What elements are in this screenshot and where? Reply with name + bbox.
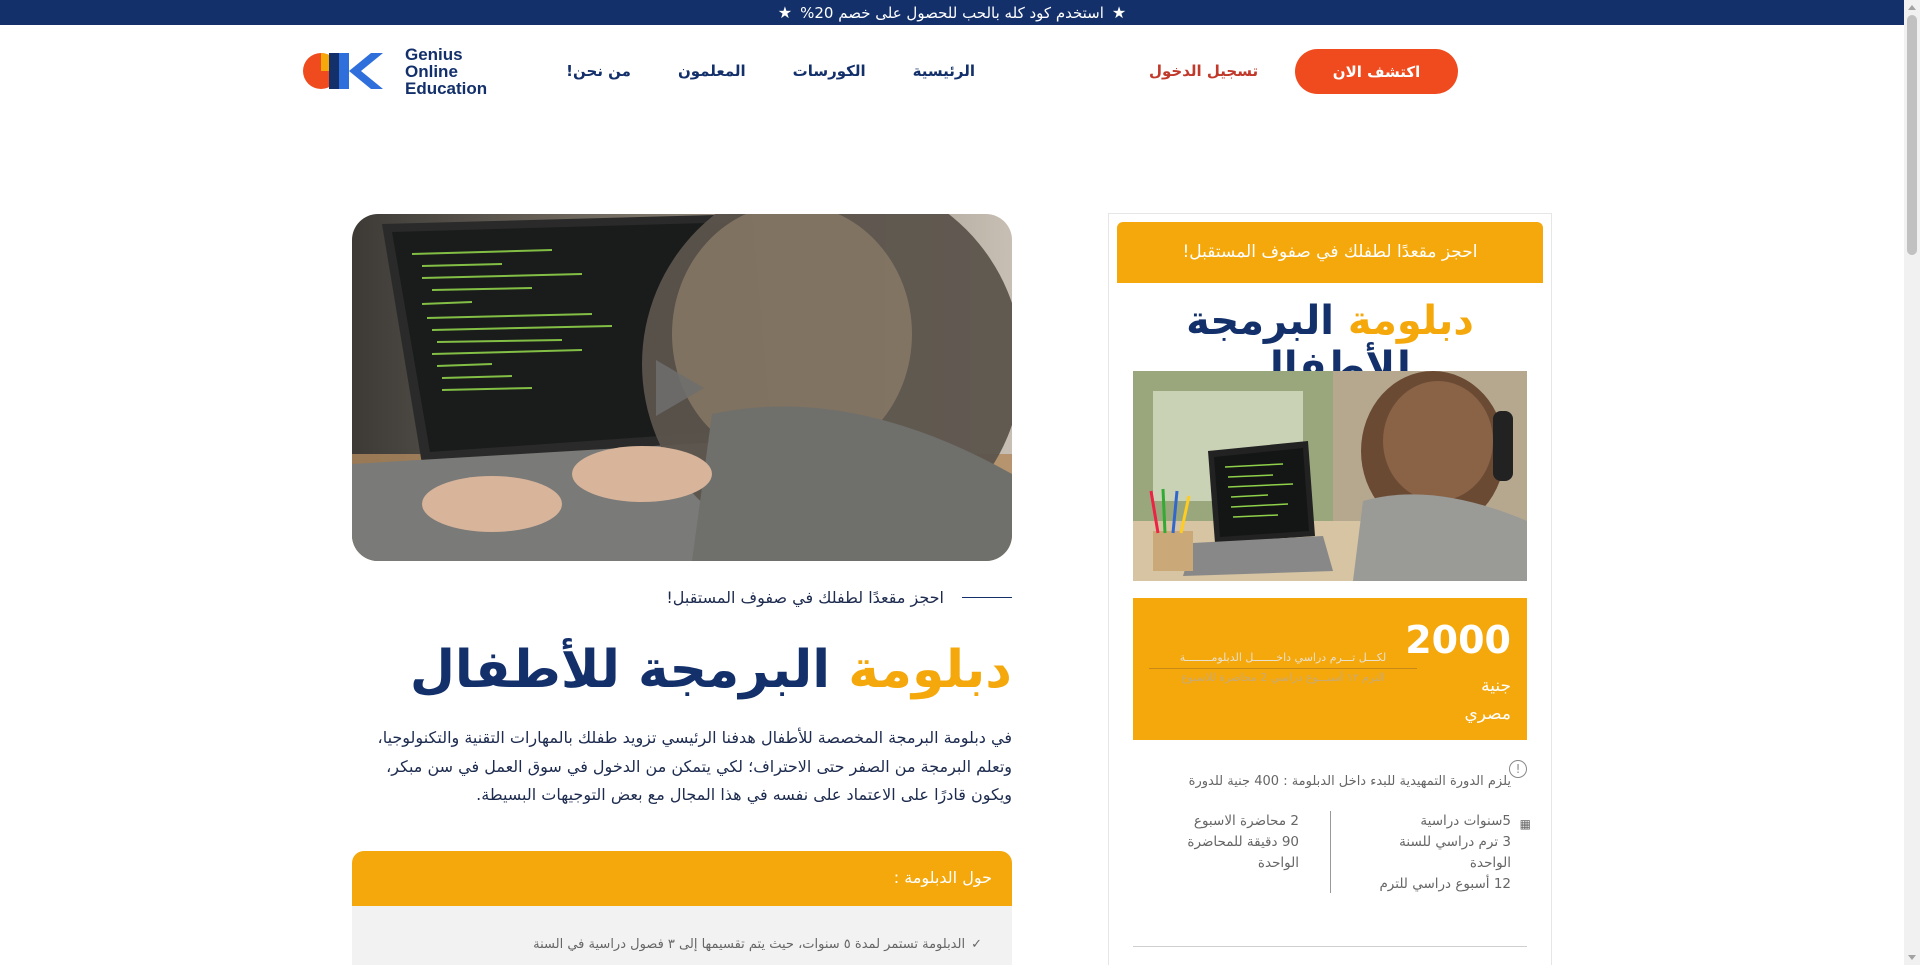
logo-text: Genius Online Education (405, 46, 487, 97)
logo-mark-icon (303, 53, 383, 89)
promo-text: استخدم كود كله بالحب للحصول على خصم 20% (800, 3, 1104, 22)
scroll-down-icon[interactable] (1908, 955, 1916, 960)
prerequisite-text: يلزم الدورة التمهيدية للبدء داخل الدبلوم… (1188, 774, 1511, 789)
spec-item: 3 ترم دراسي للسنة الواحدة (1399, 834, 1511, 871)
title-accent: دبلومة (848, 640, 1012, 700)
enroll-card: احجز مقعدًا لطفلك في صفوف المستقبل! دبلو… (1108, 213, 1552, 965)
page-title: دبلومة البرمجة للأطفال (352, 640, 1012, 700)
nav-item-home[interactable]: الرئيسية (913, 62, 975, 80)
play-icon[interactable] (656, 360, 704, 416)
card-header: احجز مقعدًا لطفلك في صفوف المستقبل! (1117, 222, 1543, 283)
logo-line: Online (405, 61, 458, 81)
about-heading: حول الدبلومة : (352, 851, 1012, 906)
login-link[interactable]: تسجيل الدخول (1149, 62, 1258, 80)
discover-now-button[interactable]: اكتشف الان (1295, 49, 1458, 94)
spec-item: 12 أسبوع دراسي للترم (1379, 876, 1511, 892)
calendar-icon: ▦ (1519, 817, 1531, 831)
site-header: Genius Online Education الرئيسية الكورسا… (0, 25, 1904, 120)
hero-tagline: احجز مقعدًا لطفلك في صفوف المستقبل! (640, 588, 1012, 607)
scrollbar-thumb[interactable] (1907, 15, 1917, 255)
title-rest: البرمجة للأطفال (409, 640, 831, 700)
spec-item: 2 محاضرة الاسبوع (1193, 813, 1299, 829)
price-value: 2000 (1405, 618, 1511, 662)
check-icon: ✓ (971, 937, 982, 952)
card-title-accent: دبلومة (1347, 298, 1474, 344)
promo-bar: ★ استخدم كود كله بالحب للحصول على خصم 20… (0, 0, 1904, 25)
specs-divider (1330, 811, 1331, 893)
logo[interactable]: Genius Online Education (303, 45, 493, 97)
nav-item-about[interactable]: من نحن! (566, 62, 631, 80)
star-icon: ★ (777, 3, 793, 22)
specs-duration: ▦ 5سنوات دراسية 3 ترم دراسي للسنة الواحد… (1361, 811, 1531, 895)
price-note: لكـــل تـــرم دراسي داخـــــــل الدبلومـ… (1179, 651, 1387, 664)
info-icon: ! (1509, 760, 1527, 778)
main-nav: الرئيسية الكورسات المعلمون من نحن! (566, 62, 975, 80)
logo-line: Genius (405, 44, 463, 64)
list-item: ✓ الدبلومة تستمر لمدة ٥ سنوات، حيث يتم ت… (382, 937, 982, 952)
tagline-divider (962, 597, 1012, 598)
hero-description: في دبلومة البرمجة المخصصة للأطفال هدفنا … (377, 728, 1012, 804)
tagline-text: احجز مقعدًا لطفلك في صفوف المستقبل! (666, 588, 944, 607)
course-specs: ▦ 5سنوات دراسية 3 ترم دراسي للسنة الواحد… (1133, 811, 1531, 921)
price-currency: جنية مصري (1464, 676, 1511, 724)
specs-lectures: 2 محاضرة الاسبوع 90 دقيقة للمحاضرة الواح… (1149, 811, 1299, 874)
nav-item-teachers[interactable]: المعلمون (678, 62, 746, 80)
logo-line: Education (405, 78, 488, 98)
spec-item: 5سنوات دراسية (1420, 813, 1511, 829)
card-image (1133, 371, 1527, 581)
scroll-up-icon[interactable] (1908, 5, 1916, 10)
star-icon: ★ (1111, 3, 1127, 22)
nav-item-courses[interactable]: الكورسات (793, 62, 866, 80)
price-divider (1149, 668, 1417, 669)
price-box: 2000 جنية مصري لكـــل تـــرم دراسي داخــ… (1133, 598, 1527, 740)
page-scrollbar[interactable] (1904, 0, 1920, 965)
spec-item: 90 دقيقة للمحاضرة الواحدة (1187, 834, 1299, 871)
card-divider (1133, 946, 1527, 947)
prerequisite-info: ! يلزم الدورة التمهيدية للبدء داخل الدبل… (1133, 760, 1527, 789)
card-photo (1133, 371, 1527, 581)
list-item-text: الدبلومة تستمر لمدة ٥ سنوات، حيث يتم تقس… (533, 937, 966, 952)
price-subnote: الترم ١٢ أسبـــوع دراسي 2 محاضرة للاسبوع (1181, 671, 1385, 684)
about-list: ✓ الدبلومة تستمر لمدة ٥ سنوات، حيث يتم ت… (352, 906, 1012, 965)
